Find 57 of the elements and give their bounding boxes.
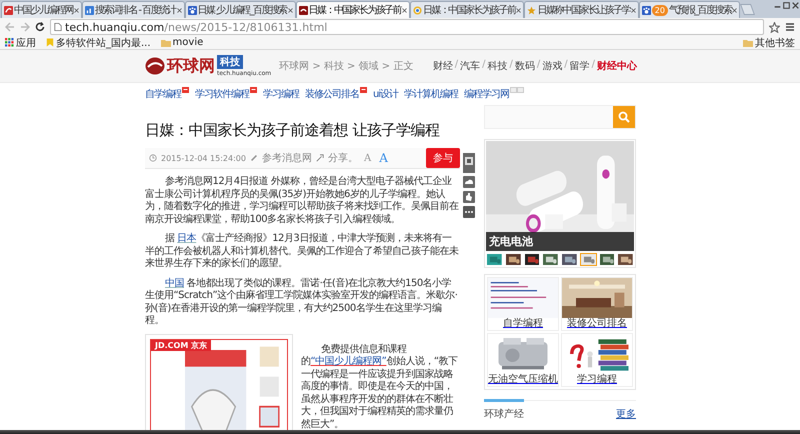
text-link[interactable]: “中国少儿编程网” [310,356,386,367]
channel-link[interactable]: 财经 [432,59,453,73]
logo-text: 环球网 [167,56,215,76]
ad-label: JD.COM 京东 [151,340,212,350]
address-field[interactable]: tech.huanqiu.com/news/2015-12/8106131.html [50,19,764,35]
bookmark[interactable]: movie [160,37,204,48]
keyword-link[interactable]: 学计算机编程 [404,87,458,101]
comment-button[interactable]: 参与 [426,148,460,168]
separator: / [536,59,540,72]
bookmark[interactable]: 多特软件站_国内最... [46,36,151,50]
channel-link[interactable]: 科技 [488,59,508,73]
image-caption[interactable]: 学习编程 [577,374,617,386]
section-title: 环球产经 [484,408,524,421]
article-paragraph: 参考消息网12月4日报道 外媒称，曾经是台湾大型电子器械代工企业富士康公司计算机程序员的吴佩(35岁)开始教她6岁的儿子学编程。她认为，随着数字化的推进，学习编程可以帮助孩子将来找到工作。吴佩目前在南京开设编程课堂，帮助100多名家长将孩子引入编程领域。 [145,176,460,226]
slide-caption: 充电电池 [486,232,634,251]
channel-link[interactable]: 汽车 [460,59,480,73]
bookmark[interactable]: 应用 [5,36,36,50]
browser-tab[interactable]: 20 气预报_百度搜索 [638,1,740,18]
keyword-link[interactable]: 学习软件编程 [195,87,257,101]
bookmark[interactable]: 其他书签 [743,36,795,50]
keyword-link[interactable]: ui设计 [373,87,398,101]
bookmark-label: 多特软件站_国内最... [56,36,151,50]
pull-quote: 免费提供信息和课程的“中国少儿编程网”创始人说，“教下一代编程是一件应该提升到国家战略高度的事情。即使是在今天的中国，虽然从事程序开发的的群体在不断壮大，但我国对于编程精英的需求量仍然巨大”。 [301,344,459,430]
channel-link[interactable]: 留学 [570,59,590,73]
browser-tab[interactable]: 日媒：中国家长为孩子前 [296,1,410,18]
more-link[interactable]: 更多 [616,407,636,421]
channel-link[interactable]: 数码 [514,59,535,73]
separator: / [482,59,486,72]
bookmark-label: movie [172,37,204,48]
browser-tab[interactable]: 日媒：中国家长为孩子前 [410,1,524,18]
browser-tab[interactable]: 搜索词排名 - 百度统计 [82,1,185,18]
bookmark-label: 应用 [16,36,36,50]
publish-time: 2015-12-04 15:24:00 [161,154,246,162]
section-badge: 科技 [217,55,243,69]
image-caption[interactable]: 装修公司排名 [567,318,627,330]
text-link[interactable]: 中国 [165,278,184,288]
separator: / [510,59,513,72]
channel-link[interactable]: 游戏 [542,59,562,73]
separator: / [454,59,458,72]
keyword-link[interactable]: 学习编程 [263,87,299,101]
browser-tab[interactable]: 中国少儿编程网 [1,1,82,18]
breadcrumb: 环球网 > 科技 > 领域 > 正文 [279,60,414,73]
channel-link[interactable]: 财经中心 [597,59,637,73]
separator: / [564,59,568,72]
image-caption[interactable]: 自学编程 [503,318,543,330]
browser-tab[interactable]: 日媒称中国家长让孩子学 [524,1,639,18]
keyword-link[interactable]: 装修公司排名 [305,87,367,101]
article-paragraph: 中国 各地都出现了类似的课程。雷诺·任(音)在北京教大约150名小学生使用“Scratch”这个由麻省理工学院媒体实验室开发的编程语言。米歇尔·孙(音)在香港开设的第一编程学院里，有大约2500名学生在这里学习编程。 [145,278,458,328]
notification-badge: 20 [652,4,668,16]
article-title: 日媒：中国家长为孩子前途着想 让孩子学编程 [145,121,440,140]
text-link[interactable]: 日本 [177,233,196,244]
keyword-link[interactable]: 自学编程 [145,87,189,101]
bookmark-label: 其他书签 [755,36,795,50]
article-paragraph: 据 日本《富士产经商报》12月3日报道，中津大学预测，未来将有一半的工作会被机器人和计算机替代。吴佩的工作迎合了希望自己孩子能在未来世界生存下来的家长们的愿望。 [145,233,460,270]
browser-tab[interactable]: 日媒 少儿编程_百度搜索 [184,1,296,18]
keyword-link[interactable]: 编程学习网 [464,87,524,101]
separator: / [592,59,595,72]
